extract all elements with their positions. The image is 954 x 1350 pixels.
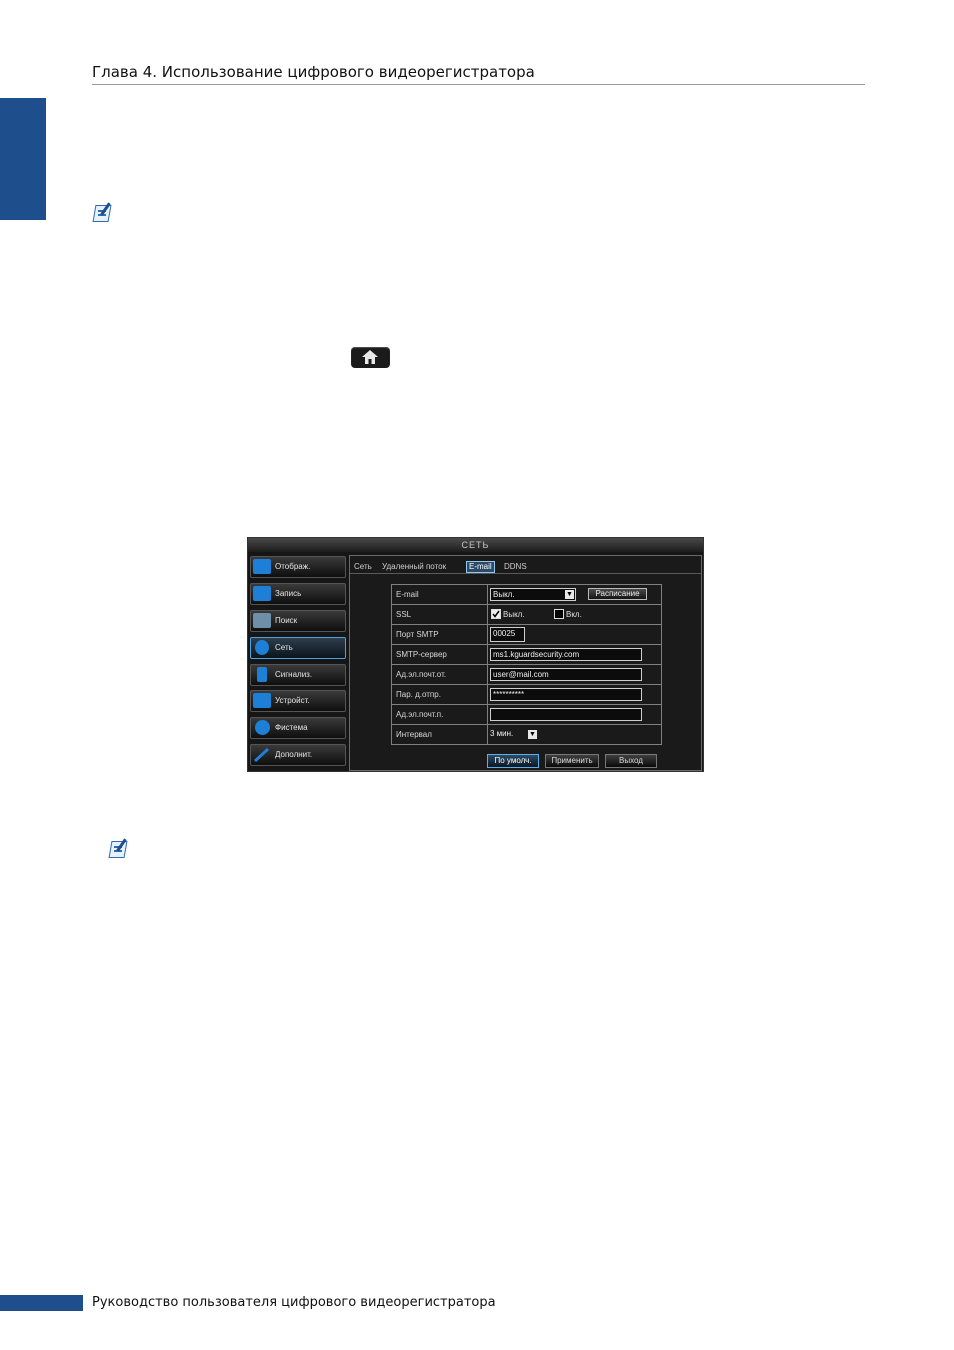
from-address-input[interactable]: user@mail.com [490, 668, 642, 681]
page-header: Глава 4. Использование цифрового видеоре… [92, 63, 535, 81]
menu-item-network[interactable]: Сеть [250, 636, 346, 659]
tab-network[interactable]: Сеть [354, 561, 372, 573]
tools-icon [253, 747, 271, 763]
dvr-email-settings-screenshot: СЕТЬ Отображ. Запись Поиск Сеть Сигнализ… [247, 537, 704, 772]
page-footer: Руководство пользователя цифрового видео… [92, 1295, 496, 1310]
ssl-off-checkbox[interactable] [491, 609, 501, 619]
note-pencil-icon [108, 838, 130, 858]
alarm-icon [257, 666, 267, 682]
email-label: E-mail [396, 590, 419, 599]
exit-button[interactable]: Выход [605, 754, 657, 768]
menu-label: Дополнит. [275, 750, 313, 760]
network-icon [255, 639, 269, 655]
row-interval: Интервал 3 мин. ▼ [392, 725, 661, 745]
interval-dropdown[interactable]: 3 мин. ▼ [490, 728, 538, 741]
from-address-label: Ад.эл.почт.от. [396, 670, 447, 679]
email-dropdown[interactable]: Выкл. ▼ [490, 588, 576, 601]
check-icon [492, 610, 500, 618]
ssl-on-checkbox[interactable] [554, 609, 564, 619]
tab-email[interactable]: E-mail [466, 561, 495, 573]
chevron-down-icon: ▼ [528, 730, 537, 739]
gear-icon [255, 720, 270, 736]
ssl-off-label: Выкл. [503, 610, 525, 619]
menu-item-alarm[interactable]: Сигнализ. [250, 663, 346, 686]
row-ssl: SSL Выкл. Вкл. [392, 605, 661, 625]
search-icon [253, 612, 271, 628]
menu-item-device[interactable]: Устройст. [250, 690, 346, 713]
menu-label: Отображ. [275, 562, 311, 571]
apply-button[interactable]: Применить [545, 754, 599, 768]
tab-ddns[interactable]: DDNS [504, 561, 527, 573]
home-button [351, 347, 390, 368]
smtp-server-input[interactable]: ms1.kguardsecurity.com [490, 648, 642, 661]
note-pencil-icon [92, 202, 114, 222]
sender-password-label: Пар. д.отпр. [396, 690, 441, 699]
ssl-on-label: Вкл. [566, 610, 582, 619]
ssl-label: SSL [396, 610, 412, 619]
dvr-window-title: СЕТЬ [248, 538, 703, 552]
row-smtp-port: Порт SMTP 00025 [392, 625, 661, 645]
footer-accent-bar [0, 1295, 83, 1311]
row-smtp-server: SMTP-сервер ms1.kguardsecurity.com [392, 645, 661, 665]
display-icon [253, 559, 271, 574]
menu-item-system[interactable]: Фистема [250, 717, 346, 740]
menu-label: Запись [275, 588, 302, 598]
row-to-address: Ад.эл.почт.п. [392, 705, 661, 725]
email-settings-form: E-mail Выкл. ▼ Расписание SSL Выкл. Вкл. [391, 584, 662, 745]
record-icon [253, 585, 271, 601]
menu-item-advanced[interactable]: Дополнит. [250, 744, 346, 767]
row-from-address: Ад.эл.почт.от. user@mail.com [392, 665, 661, 685]
menu-item-record[interactable]: Запись [250, 582, 346, 605]
interval-label: Интервал [396, 730, 432, 739]
default-button[interactable]: По умолч. [487, 754, 539, 768]
menu-item-display[interactable]: Отображ. [250, 556, 346, 578]
menu-label: Сигнализ. [275, 669, 313, 679]
smtp-server-label: SMTP-сервер [396, 650, 447, 659]
chapter-side-tab [0, 98, 46, 220]
sender-password-input[interactable]: ********** [490, 688, 642, 701]
smtp-port-label: Порт SMTP [396, 630, 439, 639]
home-icon [362, 350, 378, 364]
row-email: E-mail Выкл. ▼ Расписание [392, 585, 661, 605]
tab-divider [350, 573, 701, 574]
to-address-label: Ад.эл.почт.п. [396, 710, 444, 719]
dvr-sidebar-menu: Отображ. Запись Поиск Сеть Сигнализ. Уст… [250, 556, 346, 771]
menu-item-search[interactable]: Поиск [250, 609, 346, 632]
email-value: Выкл. [493, 590, 515, 599]
menu-label: Поиск [275, 615, 298, 625]
interval-value: 3 мин. [490, 729, 514, 738]
smtp-port-input[interactable]: 00025 [490, 627, 525, 642]
to-address-input[interactable] [490, 708, 642, 721]
dvr-settings-panel: Сеть Удаленный поток E-mail DDNS E-mail … [349, 555, 702, 771]
tab-remote-stream[interactable]: Удаленный поток [382, 561, 446, 573]
header-rule [92, 84, 865, 85]
menu-label: Сеть [275, 642, 293, 652]
chevron-down-icon: ▼ [565, 590, 574, 599]
menu-label: Устройст. [275, 696, 310, 706]
device-icon [253, 693, 271, 709]
schedule-button[interactable]: Расписание [588, 588, 647, 600]
menu-label: Фистема [275, 723, 308, 733]
row-sender-password: Пар. д.отпр. ********** [392, 685, 661, 705]
